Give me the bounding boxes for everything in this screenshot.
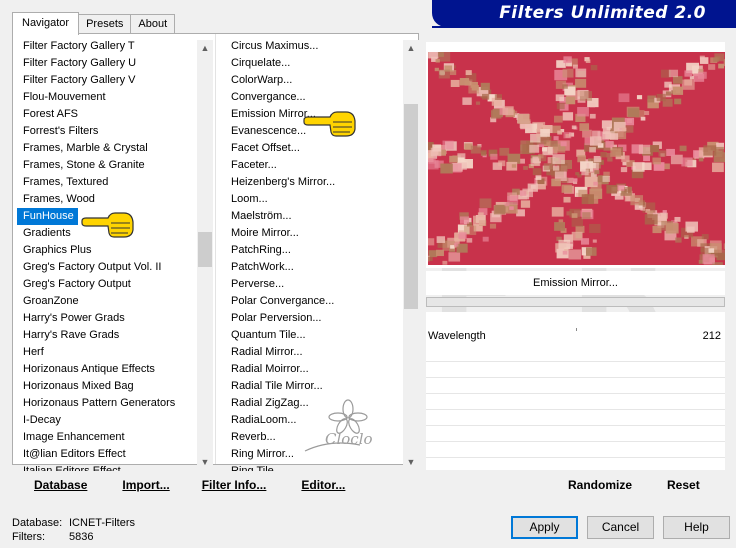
- scroll-up-icon[interactable]: ▲: [403, 40, 419, 56]
- filter-item[interactable]: Cirquelate...: [225, 55, 403, 72]
- scroll-thumb[interactable]: [198, 232, 212, 267]
- param-row-empty: [426, 426, 725, 442]
- category-item[interactable]: Frames, Textured: [17, 174, 197, 191]
- category-item[interactable]: Horizonaus Pattern Generators: [17, 395, 197, 412]
- filters-count-label: Filters:: [12, 531, 45, 543]
- filter-item[interactable]: Moire Mirror...: [225, 225, 403, 242]
- filter-item[interactable]: Polar Convergance...: [225, 293, 403, 310]
- category-item[interactable]: Image Enhancement: [17, 429, 197, 446]
- preview-panel: [426, 42, 725, 268]
- filter-preview-image: [428, 52, 725, 265]
- filter-item[interactable]: Perverse...: [225, 276, 403, 293]
- database-button[interactable]: Database: [34, 473, 87, 497]
- category-item[interactable]: Harry's Rave Grads: [17, 327, 197, 344]
- filter-item[interactable]: Radial Mirror...: [225, 344, 403, 361]
- category-scrollbar[interactable]: ▲ ▼: [197, 40, 213, 470]
- param-row-empty: [426, 362, 725, 378]
- category-item[interactable]: Graphics Plus: [17, 242, 197, 259]
- filter-name-label: Emission Mirror...: [426, 271, 725, 295]
- category-item[interactable]: Filter Factory Gallery U: [17, 55, 197, 72]
- category-item[interactable]: Frames, Marble & Crystal: [17, 140, 197, 157]
- tab-bar: Navigator Presets About: [12, 12, 176, 35]
- filter-item[interactable]: Circus Maximus...: [225, 38, 403, 55]
- filter-item[interactable]: PatchWork...: [225, 259, 403, 276]
- filter-scrollbar[interactable]: ▲ ▼: [403, 40, 419, 470]
- param-row-empty: [426, 442, 725, 458]
- randomize-button[interactable]: Randomize: [568, 473, 632, 497]
- category-item[interactable]: Frames, Stone & Granite: [17, 157, 197, 174]
- import-button[interactable]: Import...: [122, 473, 169, 497]
- filter-item[interactable]: Loom...: [225, 191, 403, 208]
- database-status-value: ICNET-Filters: [69, 517, 135, 529]
- param-row-wavelength[interactable]: Wavelength 212: [426, 312, 725, 362]
- category-item[interactable]: FunHouse: [17, 208, 78, 225]
- status-info: Database: ICNET-Filters Filters: 5836: [12, 516, 135, 544]
- apply-button[interactable]: Apply: [511, 516, 578, 539]
- scroll-thumb[interactable]: [404, 104, 418, 309]
- category-item[interactable]: Harry's Power Grads: [17, 310, 197, 327]
- pointing-hand-icon: [81, 212, 134, 238]
- filter-item[interactable]: Facet Offset...: [225, 140, 403, 157]
- param-row-empty: [426, 410, 725, 426]
- category-item[interactable]: I-Decay: [17, 412, 197, 429]
- slider-tick: [576, 328, 577, 331]
- tab-presets[interactable]: Presets: [78, 14, 132, 34]
- tab-about[interactable]: About: [130, 14, 176, 34]
- category-item[interactable]: Forrest's Filters: [17, 123, 197, 140]
- param-label: Wavelength: [428, 330, 486, 342]
- help-button[interactable]: Help: [663, 516, 730, 539]
- category-list[interactable]: Filter Factory Gallery T Filter Factory G…: [17, 38, 197, 471]
- category-item[interactable]: Flou-Mouvement: [17, 89, 197, 106]
- category-item[interactable]: Forest AFS: [17, 106, 197, 123]
- filter-item[interactable]: Polar Perversion...: [225, 310, 403, 327]
- category-item[interactable]: Horizonaus Antique Effects: [17, 361, 197, 378]
- category-item[interactable]: Frames, Wood: [17, 191, 197, 208]
- filter-item[interactable]: ColorWarp...: [225, 72, 403, 89]
- watermark-text: Cloclo: [325, 430, 373, 448]
- cancel-button[interactable]: Cancel: [587, 516, 654, 539]
- banner-underline: [432, 26, 736, 28]
- filter-item[interactable]: Maelström...: [225, 208, 403, 225]
- category-item[interactable]: Herf: [17, 344, 197, 361]
- cloclo-watermark-logo: [304, 399, 368, 452]
- filter-item[interactable]: Convergance...: [225, 89, 403, 106]
- pointing-hand-icon: [303, 111, 356, 137]
- category-item[interactable]: Greg's Factory Output Vol. II: [17, 259, 197, 276]
- category-item[interactable]: Horizonaus Mixed Bag: [17, 378, 197, 395]
- filter-item[interactable]: PatchRing...: [225, 242, 403, 259]
- filter-item[interactable]: Radial Moirror...: [225, 361, 403, 378]
- navigator-button-bar: Database Import... Filter Info... Editor…: [17, 473, 417, 497]
- category-item[interactable]: GroanZone: [17, 293, 197, 310]
- param-row-empty: [426, 394, 725, 410]
- category-item[interactable]: Filter Factory Gallery V: [17, 72, 197, 89]
- editor-button[interactable]: Editor...: [301, 473, 345, 497]
- filter-item[interactable]: Radial Tile Mirror...: [225, 378, 403, 395]
- scroll-up-icon[interactable]: ▲: [197, 40, 213, 56]
- filter-item[interactable]: Faceter...: [225, 157, 403, 174]
- param-value: 212: [702, 330, 721, 342]
- database-status-label: Database:: [12, 517, 63, 529]
- param-row-empty: [426, 378, 725, 394]
- category-item[interactable]: Filter Factory Gallery T: [17, 38, 197, 55]
- progress-bar: [426, 297, 725, 307]
- filter-info-button[interactable]: Filter Info...: [202, 473, 267, 497]
- parameter-panel: Wavelength 212: [426, 312, 725, 470]
- category-item[interactable]: Greg's Factory Output: [17, 276, 197, 293]
- category-item[interactable]: It@lian Editors Effect: [17, 446, 197, 463]
- filter-item[interactable]: Ring Tile...: [225, 463, 403, 471]
- scroll-down-icon[interactable]: ▼: [403, 454, 419, 470]
- reset-button[interactable]: Reset: [667, 473, 700, 497]
- category-item[interactable]: Italian Editors Effect: [17, 463, 197, 471]
- tab-navigator[interactable]: Navigator: [12, 12, 80, 35]
- scroll-down-icon[interactable]: ▼: [197, 454, 213, 470]
- filter-item[interactable]: Quantum Tile...: [225, 327, 403, 344]
- filter-item[interactable]: Heizenberg's Mirror...: [225, 174, 403, 191]
- banner-title: Filters Unlimited 2.0: [499, 3, 706, 23]
- filters-count-value: 5836: [69, 531, 94, 543]
- title-banner: Filters Unlimited 2.0: [432, 0, 736, 27]
- list-divider: [215, 34, 216, 464]
